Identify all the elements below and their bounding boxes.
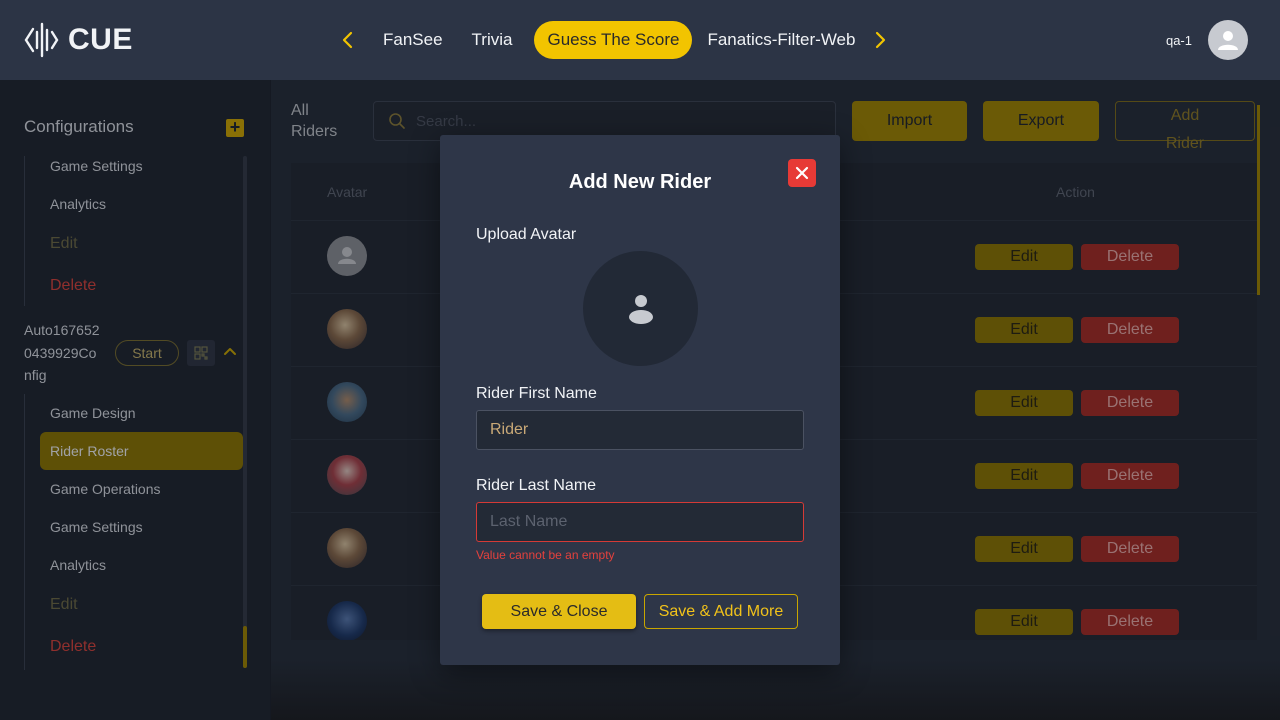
bottom-shade xyxy=(271,660,1280,720)
modal-title: Add New Rider xyxy=(568,171,712,193)
first-name-input[interactable] xyxy=(490,411,790,449)
add-rider-modal: Add New Rider Upload Avatar Rider First … xyxy=(440,135,840,665)
nav-prev-arrow-icon[interactable] xyxy=(334,20,360,60)
logo-mark-icon xyxy=(24,22,59,58)
nav-tab-fanatics-filter-web[interactable]: Fanatics-Filter-Web xyxy=(694,21,868,59)
last-name-field[interactable] xyxy=(476,502,804,542)
logo-text: CUE xyxy=(68,23,133,56)
last-name-label: Rider Last Name xyxy=(476,477,597,494)
save-and-add-more-button[interactable]: Save & Add More xyxy=(644,594,798,629)
first-name-field[interactable] xyxy=(476,410,804,450)
first-name-label: Rider First Name xyxy=(476,385,597,402)
upload-avatar-label: Upload Avatar xyxy=(476,226,577,243)
save-and-close-button[interactable]: Save & Close xyxy=(482,594,636,629)
logo[interactable]: CUE xyxy=(24,22,133,58)
person-placeholder-icon xyxy=(628,294,653,324)
user-menu[interactable]: qa-1 xyxy=(1166,20,1248,60)
upload-avatar-button[interactable] xyxy=(583,251,698,366)
top-bar: CUE FanSee Trivia Guess The Score Fanati… xyxy=(0,0,1280,80)
last-name-input[interactable] xyxy=(490,503,790,541)
username: qa-1 xyxy=(1165,32,1192,48)
user-avatar-icon[interactable] xyxy=(1208,20,1248,60)
app-nav: FanSee Trivia Guess The Score Fanatics-F… xyxy=(334,20,894,60)
nav-tab-guess-the-score[interactable]: Guess The Score xyxy=(534,21,693,59)
nav-tab-fansee[interactable]: FanSee xyxy=(370,21,456,59)
nav-tab-trivia[interactable]: Trivia xyxy=(459,21,526,59)
last-name-error: Value cannot be an empty xyxy=(476,548,615,562)
nav-next-arrow-icon[interactable] xyxy=(868,20,894,60)
